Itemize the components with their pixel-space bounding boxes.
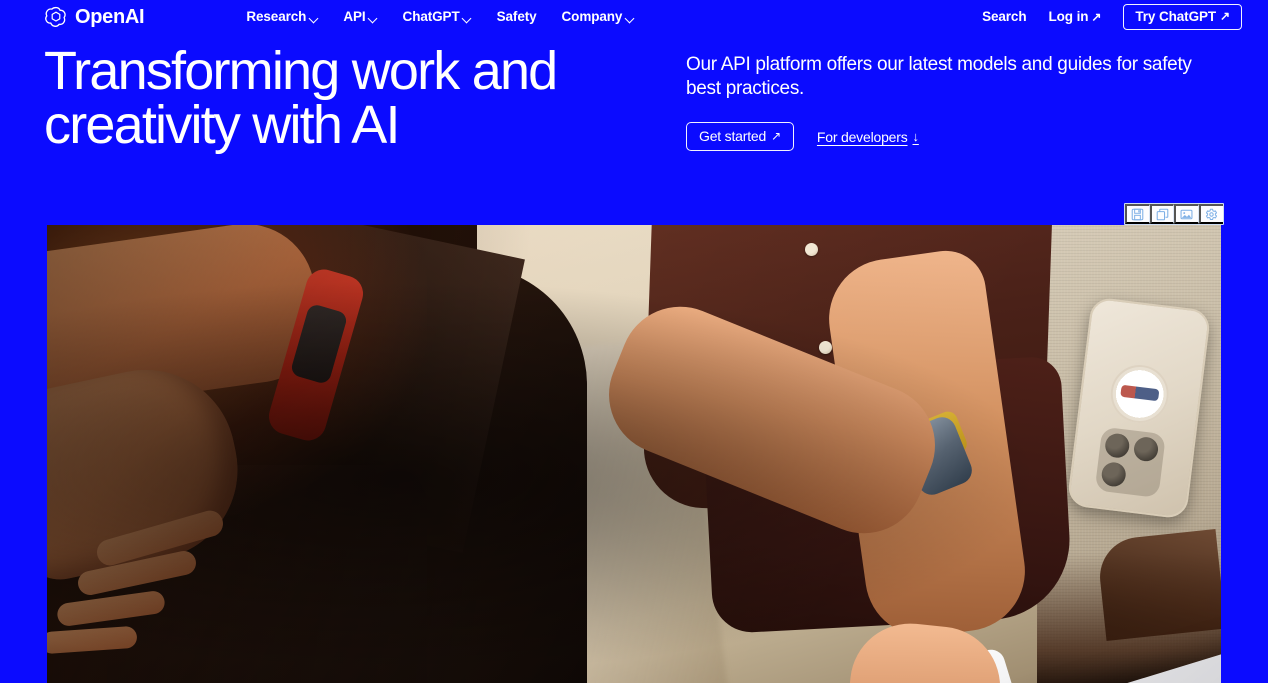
login-label: Log in	[1048, 9, 1089, 25]
nav-item-safety[interactable]: Safety	[497, 10, 537, 24]
get-started-button[interactable]: Get started ↗	[686, 122, 794, 151]
chevron-down-icon	[309, 14, 318, 23]
search-label: Search	[982, 9, 1027, 25]
image-icon	[1180, 208, 1193, 221]
arrow-up-right-icon: ↗	[1220, 9, 1230, 23]
hero-actions: Get started ↗ For developers ↓	[686, 122, 1224, 151]
hero-text-column: Transforming work and creativity with AI	[44, 34, 634, 199]
smartphone-on-couch	[1066, 296, 1212, 520]
arrow-up-right-icon: ↗	[1091, 9, 1102, 24]
image-toolbar	[1124, 203, 1224, 225]
save-icon	[1131, 208, 1144, 221]
settings-icon	[1205, 208, 1218, 221]
secondary-nav-links: Search Log in ↗ Try ChatGPT ↗	[982, 3, 1242, 31]
brand-logo-link[interactable]: OpenAI	[44, 5, 145, 29]
copy-button[interactable]	[1149, 204, 1174, 224]
nav-item-research-label: Research	[246, 9, 307, 25]
nav-item-company-label: Company	[561, 9, 623, 25]
primary-nav-links: Research API ChatGPT Safety Company	[246, 10, 634, 24]
brand-name: OpenAI	[75, 6, 145, 28]
main-navigation: OpenAI Research API ChatGPT Safety Compa…	[0, 0, 1268, 34]
try-chatgpt-label: Try ChatGPT	[1135, 8, 1217, 24]
login-link[interactable]: Log in ↗	[1049, 10, 1102, 24]
chevron-down-icon	[369, 14, 378, 23]
for-developers-label: For developers	[816, 128, 908, 145]
save-button[interactable]	[1125, 204, 1150, 224]
settings-button[interactable]	[1198, 204, 1223, 224]
hero-subtitle: Our API platform offers our latest model…	[686, 54, 1192, 99]
nav-item-chatgpt-label: ChatGPT	[402, 9, 460, 25]
chevron-down-icon	[463, 14, 472, 23]
nav-item-chatgpt[interactable]: ChatGPT	[403, 10, 472, 24]
try-chatgpt-button[interactable]: Try ChatGPT ↗	[1123, 3, 1242, 31]
hero-section: Transforming work and creativity with AI…	[0, 34, 1268, 199]
get-started-label: Get started	[699, 128, 767, 144]
image-button[interactable]	[1174, 204, 1199, 224]
arrow-down-icon: ↓	[912, 129, 920, 144]
page-title: Transforming work and creativity with AI	[44, 41, 558, 155]
openai-blossom-icon	[44, 5, 68, 29]
hero-image-composition	[47, 225, 1221, 683]
nav-item-company[interactable]: Company	[562, 10, 635, 24]
search-button[interactable]: Search	[982, 9, 1027, 25]
for-developers-link[interactable]: For developers ↓	[817, 129, 919, 145]
copy-icon	[1156, 208, 1169, 221]
nav-item-safety-label: Safety	[496, 9, 537, 25]
hero-image	[47, 225, 1221, 683]
nav-item-research[interactable]: Research	[246, 10, 318, 24]
nav-item-api-label: API	[343, 9, 366, 25]
chevron-down-icon	[625, 14, 634, 23]
hero-cta-column: Our API platform offers our latest model…	[634, 34, 1224, 199]
arrow-up-right-icon: ↗	[771, 128, 781, 143]
nav-item-api[interactable]: API	[343, 10, 377, 24]
